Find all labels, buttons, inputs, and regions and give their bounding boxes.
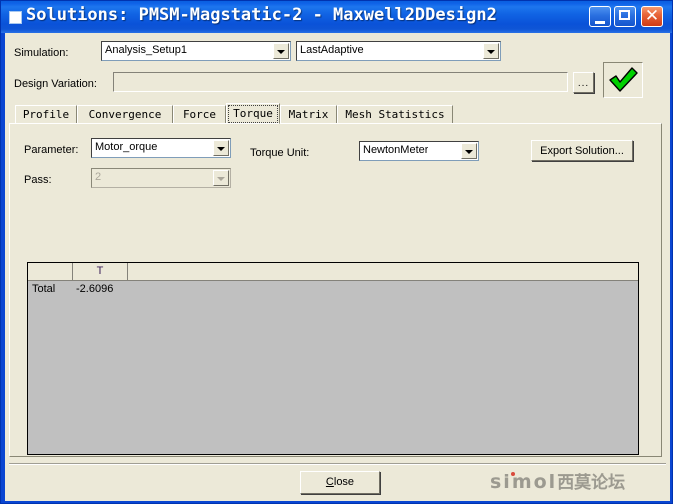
ellipsis-icon: ...	[577, 78, 590, 89]
tab-force[interactable]: Force	[173, 105, 226, 124]
watermark-latin-text: simol	[490, 471, 558, 493]
pass-value: 2	[95, 171, 102, 183]
torque-unit-value: NewtonMeter	[363, 144, 429, 156]
simulation-setup-value: Analysis_Setup1	[105, 44, 187, 56]
tab-strip: Profile Convergence Force Torque Matrix …	[9, 103, 662, 124]
grid-cell-t: -2.6096	[76, 283, 114, 295]
tab-matrix[interactable]: Matrix	[280, 105, 337, 124]
adaptive-pass-dropdown[interactable]: LastAdaptive	[296, 41, 501, 61]
torque-tab-panel: Parameter: Motor_orque Torque Unit: Newt…	[9, 123, 662, 457]
chevron-down-icon[interactable]	[273, 43, 289, 59]
grid-header-row: T	[28, 263, 638, 281]
export-solution-button[interactable]: Export Solution...	[531, 140, 633, 161]
close-window-button[interactable]: ✕	[641, 6, 663, 27]
torque-results-grid[interactable]: T Total -2.6096	[27, 262, 639, 455]
tab-convergence[interactable]: Convergence	[77, 105, 173, 124]
tab-convergence-label: Convergence	[88, 108, 162, 121]
minimize-icon	[595, 21, 605, 24]
tab-matrix-label: Matrix	[288, 108, 329, 121]
maximize-button[interactable]	[614, 6, 636, 27]
tab-force-label: Force	[182, 108, 217, 121]
checkmark-icon	[609, 67, 638, 92]
grid-body: Total -2.6096	[28, 281, 638, 454]
export-solution-label: Export Solution...	[540, 145, 624, 157]
parameter-label: Parameter:	[24, 144, 79, 156]
tab-torque-label: Torque	[233, 107, 273, 120]
minimize-button[interactable]	[589, 6, 611, 27]
adaptive-pass-value: LastAdaptive	[300, 44, 364, 56]
grid-header-cell-extra[interactable]	[128, 263, 638, 280]
solutions-dialog-window: Solutions: PMSM-Magstatic-2 - Maxwell2DD…	[0, 0, 673, 504]
table-row[interactable]: Total -2.6096	[28, 281, 638, 297]
tab-profile[interactable]: Profile	[15, 105, 77, 124]
chevron-down-icon[interactable]	[483, 43, 499, 59]
close-button[interactable]: Close	[300, 471, 380, 494]
tab-mesh-statistics[interactable]: Mesh Statistics	[337, 105, 453, 124]
tab-torque[interactable]: Torque	[226, 103, 280, 124]
tab-profile-label: Profile	[22, 108, 70, 121]
simol-watermark: simol西莫论坛	[490, 470, 662, 494]
simulation-label: Simulation:	[14, 47, 69, 59]
design-variation-input[interactable]	[113, 72, 568, 92]
tab-mesh-statistics-label: Mesh Statistics	[345, 108, 445, 121]
torque-unit-dropdown[interactable]: NewtonMeter	[359, 141, 479, 161]
close-button-label-rest: lose	[333, 476, 355, 488]
grid-cell-name: Total	[32, 283, 56, 295]
design-variation-browse-button[interactable]: ...	[573, 72, 594, 93]
chevron-down-icon[interactable]	[213, 140, 229, 156]
apply-variation-button[interactable]	[603, 62, 643, 98]
chevron-down-icon[interactable]	[461, 143, 477, 159]
pass-label: Pass:	[24, 174, 52, 186]
grid-header-cell-name[interactable]	[28, 263, 73, 280]
parameter-dropdown[interactable]: Motor_orque	[91, 138, 231, 158]
maximize-icon	[619, 10, 630, 20]
footer-separator	[9, 463, 666, 465]
title-bar[interactable]: Solutions: PMSM-Magstatic-2 - Maxwell2DD…	[1, 1, 672, 33]
window-title: Solutions: PMSM-Magstatic-2 - Maxwell2DD…	[26, 5, 497, 25]
design-variation-label: Design Variation:	[14, 78, 97, 90]
app-icon	[9, 11, 22, 24]
dialog-client-area: Simulation: Analysis_Setup1 LastAdaptive…	[5, 33, 670, 501]
pass-dropdown[interactable]: 2	[91, 168, 231, 188]
grid-header-cell-t[interactable]: T	[73, 263, 128, 280]
torque-unit-label: Torque Unit:	[250, 147, 310, 159]
simulation-setup-dropdown[interactable]: Analysis_Setup1	[101, 41, 291, 61]
close-button-label: Close	[325, 476, 355, 488]
close-icon: ✕	[644, 6, 660, 26]
parameter-value: Motor_orque	[95, 141, 158, 153]
watermark-cjk-text: 西莫论坛	[557, 473, 626, 493]
watermark-dot-icon	[511, 472, 515, 476]
chevron-down-icon	[213, 170, 229, 186]
